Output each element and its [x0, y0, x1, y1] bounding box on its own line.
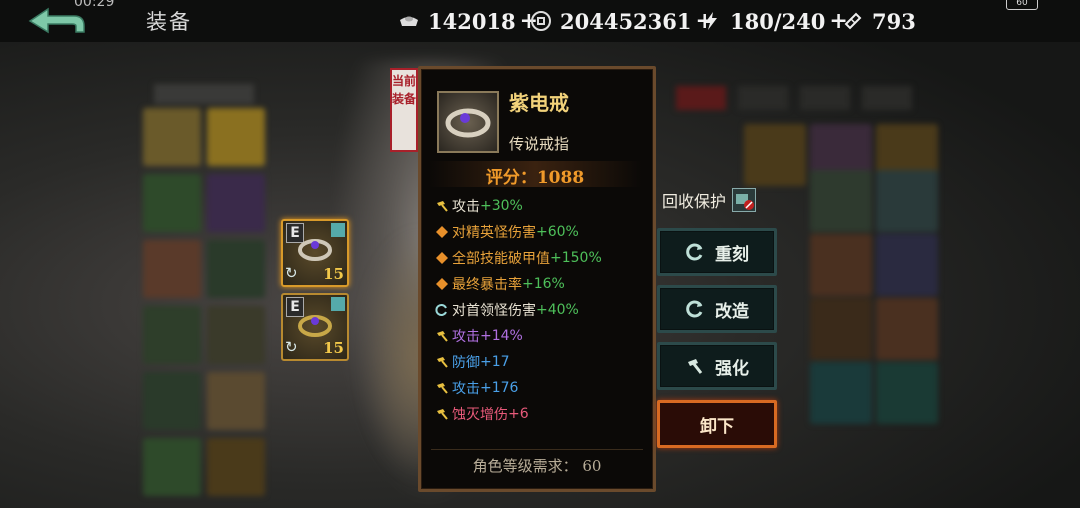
inventory-grid-left	[140, 84, 274, 504]
stat-row: 对精英怪伤害 +60%	[435, 219, 647, 245]
diamond-icon	[436, 252, 448, 264]
item-icon	[437, 91, 499, 153]
inventory-slot[interactable]	[810, 362, 872, 424]
resource-coin: 204452361 +	[530, 8, 714, 34]
current-equipped-tag: 当前装备	[390, 68, 418, 152]
hammer-icon	[437, 383, 448, 394]
item-level: 15	[323, 265, 344, 283]
stat-row: 对首领怪伤害 +40%	[435, 297, 647, 323]
inventory-slot[interactable]	[143, 306, 201, 364]
inventory-slot[interactable]	[143, 372, 201, 430]
refresh-icon: ↻	[285, 338, 298, 356]
battery-indicator: 60	[1006, 0, 1038, 10]
inventory-slot[interactable]	[207, 306, 265, 364]
stat-row: 蚀灭增伤 +6	[435, 401, 647, 427]
gem-icon	[331, 223, 345, 237]
inventory-slot[interactable]	[876, 234, 938, 296]
silver-ingot-icon	[400, 16, 418, 26]
diamond-icon	[436, 226, 448, 238]
inventory-slot[interactable]	[876, 362, 938, 424]
lightning-icon	[705, 12, 717, 30]
ring-icon	[298, 239, 332, 261]
inventory-slot[interactable]	[143, 108, 201, 166]
hammer-icon	[688, 359, 703, 374]
inventory-slot[interactable]	[207, 108, 265, 166]
enhance-label: 强化	[715, 358, 749, 379]
stat-row: 攻击 +14%	[435, 323, 647, 349]
inventory-slot[interactable]	[876, 170, 938, 232]
top-bar: 00:29 装备 142018 + 204452361 + 180/240 + 793…	[0, 0, 1080, 42]
unequip-label: 卸下	[700, 416, 734, 437]
inventory-slot[interactable]	[810, 170, 872, 232]
item-type: 传说戒指	[509, 135, 570, 153]
hammer-icon	[437, 331, 448, 342]
resource-ticket: 793	[842, 8, 916, 34]
coin-value: 204452361	[560, 8, 692, 34]
hammer-icon	[437, 201, 448, 212]
inventory-slot[interactable]	[143, 438, 201, 496]
lock-box-icon[interactable]	[732, 188, 757, 212]
item-score: 评分：1088	[485, 168, 585, 188]
diamond-icon	[436, 278, 448, 290]
modify-label: 改造	[715, 301, 749, 322]
stat-row: 防御 +17	[435, 349, 647, 375]
stat-row: 攻击 +176	[435, 375, 647, 401]
gem-icon	[331, 297, 345, 311]
ring-icon	[445, 108, 491, 138]
refresh-icon	[686, 243, 703, 261]
refresh-icon	[686, 300, 703, 318]
ring-icon	[298, 315, 332, 337]
inventory-header	[154, 84, 254, 104]
inventory-slot[interactable]	[143, 174, 201, 232]
level-requirement: 角色等级需求： 60	[472, 457, 602, 475]
panel-divider	[431, 449, 643, 450]
inventory-slot[interactable]	[876, 298, 938, 360]
stamina-value: 180/240	[730, 8, 826, 34]
stat-row: 攻击 +30%	[435, 193, 647, 219]
hammer-icon	[437, 409, 448, 420]
inventory-slot[interactable]	[207, 372, 265, 430]
recycle-protection-label: 回收保护	[662, 192, 727, 211]
coin-icon	[531, 11, 551, 31]
resource-stamina: 180/240 +	[700, 8, 848, 34]
resource-silver: 142018 +	[398, 8, 538, 34]
refresh-icon: ↻	[285, 264, 298, 282]
stat-row: 最终暴击率 +16%	[435, 271, 647, 297]
inventory-tab[interactable]	[676, 86, 726, 110]
refresh-icon	[435, 304, 447, 316]
equipped-ring-slot-1[interactable]: E ↻ 15	[281, 219, 349, 287]
item-level: 15	[323, 339, 344, 357]
page-title: 装备	[146, 10, 192, 34]
item-detail-panel: 紫电戒 传说戒指 评分：1088 攻击 +30% 对精英怪伤害 +60% 全部技能破…	[418, 66, 656, 492]
item-name: 紫电戒	[509, 91, 569, 115]
modify-button[interactable]: 改造	[657, 285, 777, 333]
inventory-slot[interactable]	[744, 124, 806, 186]
inventory-slot[interactable]	[207, 240, 265, 298]
ticket-icon	[844, 12, 862, 30]
ticket-value: 793	[872, 8, 916, 34]
silver-value: 142018	[428, 8, 516, 34]
enhance-button[interactable]: 强化	[657, 342, 777, 390]
recycle-protection[interactable]: 回收保护	[662, 188, 757, 212]
score-bar: 评分：1088	[429, 161, 641, 188]
unequip-button[interactable]: 卸下	[657, 400, 777, 448]
inventory-slot[interactable]	[207, 438, 265, 496]
equipped-ring-slot-2[interactable]: E ↻ 15	[281, 293, 349, 361]
hammer-icon	[437, 357, 448, 368]
inventory-slot[interactable]	[143, 240, 201, 298]
stat-list: 攻击 +30% 对精英怪伤害 +60% 全部技能破甲值 +150% 最终暴击率 +16%…	[435, 193, 647, 427]
reforge-label: 重刻	[715, 244, 749, 265]
inventory-tab[interactable]	[800, 86, 850, 110]
inventory-tab[interactable]	[862, 86, 912, 110]
inventory-slot[interactable]	[207, 174, 265, 232]
inventory-tab[interactable]	[738, 86, 788, 110]
reforge-button[interactable]: 重刻	[657, 228, 777, 276]
back-arrow-icon[interactable]	[26, 6, 88, 36]
stat-row: 全部技能破甲值 +150%	[435, 245, 647, 271]
inventory-slot[interactable]	[810, 234, 872, 296]
inventory-slot[interactable]	[810, 298, 872, 360]
